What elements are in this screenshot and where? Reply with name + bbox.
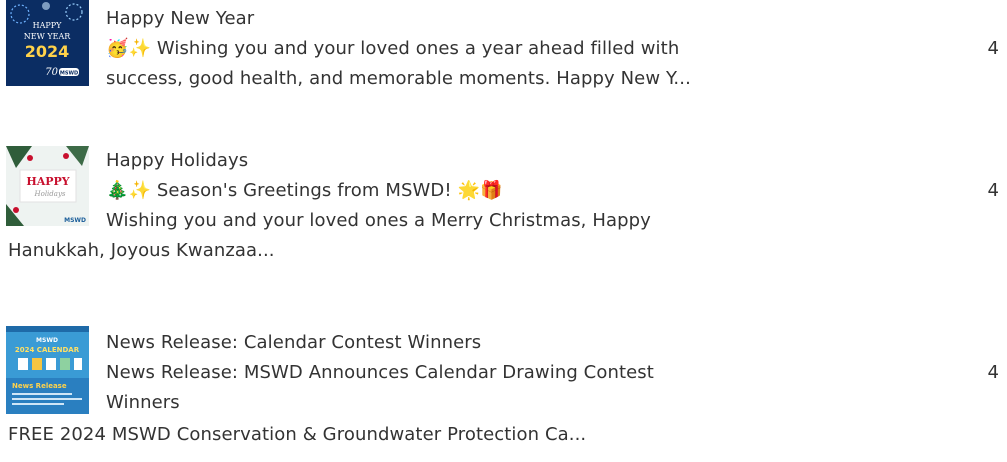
post-excerpt-line: FREE 2024 MSWD Conservation & Groundwate… [8, 424, 587, 445]
post-count: 4 [987, 180, 999, 201]
post-excerpt-line: success, good health, and memorable mome… [106, 68, 691, 89]
thumb-banner: News Release [12, 382, 67, 390]
post-thumbnail-news-release[interactable]: MSWD 2024 CALENDAR News Release [6, 326, 89, 414]
post-item[interactable]: HAPPY Holidays MSWD Happy Holidays 🎄✨ Se… [0, 140, 1007, 300]
post-item[interactable]: HAPPY NEW YEAR 2024 70 MSWD Happy New Ye… [0, 0, 1007, 110]
post-count: 4 [987, 362, 999, 383]
thumb-logo: MSWD [36, 337, 58, 344]
post-title[interactable]: Happy New Year [106, 4, 691, 34]
post-excerpt-line: News Release: MSWD Announces Calendar Dr… [106, 362, 654, 383]
thumb-script: Holidays [34, 190, 66, 198]
post-title[interactable]: News Release: Calendar Contest Winners [106, 328, 654, 358]
thumb-text: HAPPY [33, 21, 63, 30]
post-thumbnail-holidays[interactable]: HAPPY Holidays MSWD [6, 146, 89, 226]
thumb-year: 2024 [25, 42, 70, 61]
holidays-image: HAPPY Holidays MSWD [6, 146, 89, 226]
post-excerpt-line: 🎄✨ Season's Greetings from MSWD! 🌟🎁 [106, 180, 503, 201]
thumb-badge-sub: MSWD [60, 71, 78, 77]
thumb-heading: 2024 CALENDAR [15, 346, 80, 354]
post-excerpt-line: Winners [106, 392, 180, 413]
post-excerpt-line: Wishing you and your loved ones a Merry … [106, 210, 651, 231]
new-year-image: HAPPY NEW YEAR 2024 70 MSWD [6, 0, 89, 86]
thumb-badge: 70 [45, 67, 58, 78]
news-release-image: MSWD 2024 CALENDAR News Release [6, 326, 89, 414]
post-title[interactable]: Happy Holidays [106, 146, 651, 176]
post-item[interactable]: MSWD 2024 CALENDAR News Release News Rel… [0, 322, 1007, 462]
thumb-text: HAPPY [26, 175, 69, 188]
thumb-badge: MSWD [64, 217, 86, 224]
post-excerpt-line: Hanukkah, Joyous Kwanzaa... [8, 240, 275, 261]
thumb-text: NEW YEAR [24, 32, 72, 41]
post-thumbnail-new-year[interactable]: HAPPY NEW YEAR 2024 70 MSWD [6, 0, 89, 86]
post-count: 4 [987, 38, 999, 59]
post-excerpt-line: 🥳✨ Wishing you and your loved ones a yea… [106, 38, 680, 59]
